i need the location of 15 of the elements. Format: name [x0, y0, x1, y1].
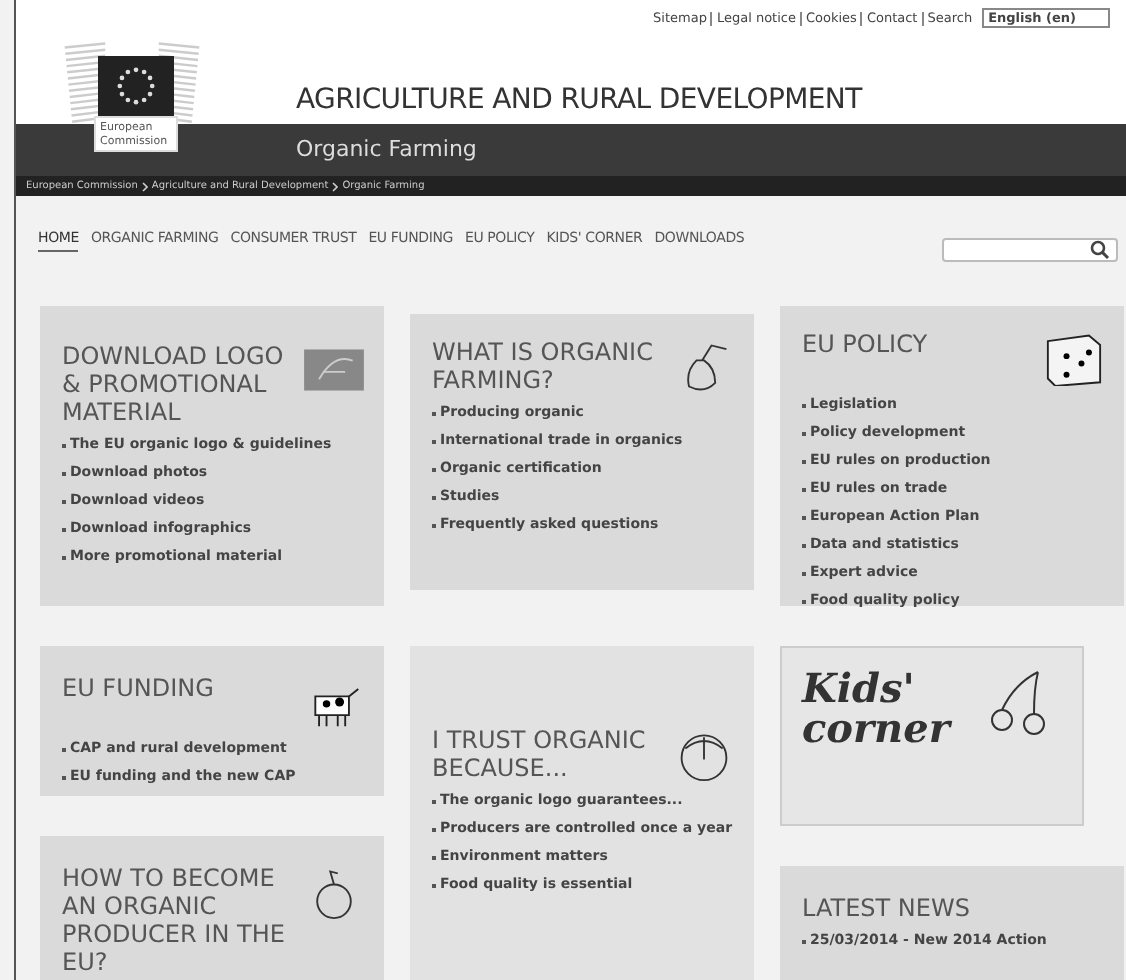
card-title[interactable]: EU POLICY: [802, 330, 1040, 358]
chevron-icon: [141, 181, 148, 191]
card-title[interactable]: WHAT IS ORGANIC FARMING?: [432, 338, 670, 394]
card-title[interactable]: EU FUNDING: [62, 674, 300, 702]
chevron-icon: [332, 181, 339, 191]
section-title: Organic Farming: [296, 136, 477, 162]
card-title[interactable]: I TRUST ORGANIC BECAUSE...: [432, 726, 670, 782]
kids-corner-tag[interactable]: Kids' corner: [780, 646, 1084, 826]
search-field[interactable]: [942, 238, 1118, 262]
eu-flag-icon: [98, 56, 174, 116]
card-title[interactable]: DOWNLOAD LOGO & PROMOTIONAL MATERIAL: [62, 342, 300, 426]
card-title[interactable]: LATEST NEWS: [802, 894, 1052, 922]
card-title[interactable]: HOW TO BECOME AN ORGANIC PRODUCER IN THE EU?: [62, 864, 300, 976]
search-icon[interactable]: [1090, 240, 1110, 260]
site-title: AGRICULTURE AND RURAL DEVELOPMENT: [296, 84, 862, 116]
